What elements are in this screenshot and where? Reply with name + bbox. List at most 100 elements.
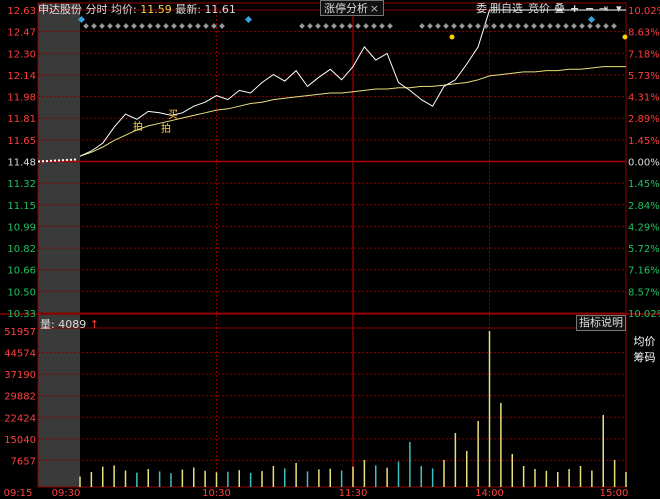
- event-diamond: [203, 23, 209, 29]
- time-tick-label: 09:30: [52, 488, 81, 499]
- event-diamond: [579, 23, 585, 29]
- zoom-in-icon[interactable]: +: [570, 1, 579, 16]
- percent-tick-label: 5.72%: [628, 244, 660, 255]
- percent-tick-label: 2.84%: [628, 201, 660, 212]
- zoom-out-icon[interactable]: −: [585, 1, 594, 16]
- time-axis: 09:15 09:30 10:30 11:30 14:00 15:00: [4, 488, 629, 499]
- price-tick-label: 10.99: [7, 222, 36, 233]
- event-diamond: [331, 23, 337, 29]
- event-diamond: [555, 23, 561, 29]
- event-diamond: [147, 23, 153, 29]
- volume-tick-label: 51957: [4, 327, 36, 338]
- event-diamond: [507, 23, 513, 29]
- plot-border: [37, 2, 627, 488]
- event-diamond-blue: [244, 15, 253, 24]
- event-diamond: [355, 23, 361, 29]
- event-diamond: [475, 23, 481, 29]
- event-diamond: [451, 23, 457, 29]
- event-diamond: [379, 23, 385, 29]
- event-diamond: [107, 23, 113, 29]
- event-diamond: [515, 23, 521, 29]
- avg-label: 均价:: [111, 3, 137, 16]
- event-diamond: [523, 23, 529, 29]
- time-tick-label: 11:30: [339, 488, 368, 499]
- percent-tick-label: 7.16%: [628, 266, 660, 277]
- time-tick-label: 15:00: [600, 488, 629, 499]
- dropdown-icon[interactable]: ▾: [616, 1, 622, 16]
- event-diamond: [123, 23, 129, 29]
- chips-button[interactable]: 筹码: [629, 350, 660, 366]
- avg-value: 11.59: [140, 3, 172, 16]
- price-tick-label: 10.50: [7, 287, 36, 298]
- event-diamond: [139, 23, 145, 29]
- trade-annotations: 拍买拍: [133, 109, 178, 135]
- pre-auction-band: [38, 3, 80, 487]
- percent-tick-label: 1.45%: [628, 179, 660, 190]
- volume-tick-label: 29882: [4, 392, 36, 403]
- percent-tick-label: 7.18%: [628, 49, 660, 60]
- volume-tick-label: 7657: [11, 456, 36, 467]
- up-arrow-icon: ↑: [89, 318, 99, 331]
- intraday-chart[interactable]: 12.63 12.47 12.30 12.14 11.98 11.81 11.65 11.48…: [0, 0, 660, 499]
- event-diamond: [347, 23, 353, 29]
- event-diamond: [595, 23, 601, 29]
- price-tick-label: 11.15: [7, 201, 36, 212]
- avg-price-button[interactable]: 均价: [629, 334, 660, 350]
- overlay-button[interactable]: 叠: [554, 1, 565, 16]
- price-tick-label: 11.65: [7, 136, 36, 147]
- percent-tick-label: 0.00%: [628, 158, 660, 169]
- event-diamond: [187, 23, 193, 29]
- event-diamond: [539, 23, 545, 29]
- price-tick-label: 11.32: [7, 179, 36, 190]
- time-tick-label: 10:30: [202, 488, 231, 499]
- event-diamond: [603, 23, 609, 29]
- event-diamond: [499, 23, 505, 29]
- event-diamond: [587, 23, 593, 29]
- price-tick-label: 12.14: [7, 71, 36, 82]
- event-diamond: [307, 23, 313, 29]
- auction-button[interactable]: 竞价: [528, 1, 550, 16]
- percent-tick-label: 10.02%: [628, 6, 660, 17]
- order-button[interactable]: 委: [476, 1, 487, 16]
- remove-watchlist-button[interactable]: 删自选: [490, 1, 523, 16]
- percent-tick-label: 10.02%: [628, 309, 660, 320]
- event-diamond: [363, 23, 369, 29]
- trade-annotation: 买: [168, 109, 178, 121]
- volume-readout: 量: 4089 ↑: [40, 316, 99, 332]
- chart-grid: [0, 2, 660, 488]
- price-tick-label: 10.66: [7, 266, 36, 277]
- limit-up-analysis-tab[interactable]: 涨停分析 ×: [320, 0, 384, 16]
- event-diamond: [179, 23, 185, 29]
- event-diamond: [99, 23, 105, 29]
- limit-up-dot: [622, 34, 628, 40]
- close-icon[interactable]: ×: [370, 1, 379, 17]
- event-diamond: [547, 23, 553, 29]
- event-diamond: [419, 23, 425, 29]
- event-diamond: [571, 23, 577, 29]
- price-tick-label: 12.47: [7, 28, 36, 39]
- price-tick-label: 12.30: [7, 49, 36, 60]
- jump-end-icon[interactable]: ⇥: [599, 1, 608, 16]
- price-tick-label: 10.82: [7, 244, 36, 255]
- event-diamond: [163, 23, 169, 29]
- event-diamond: [83, 23, 89, 29]
- indicator-help-button[interactable]: 指标说明: [576, 315, 626, 331]
- volume-tick-label: 15040: [4, 435, 36, 446]
- percent-tick-label: 8.63%: [628, 28, 660, 39]
- trade-annotation: 拍: [161, 122, 171, 135]
- price-tick-label: 12.63: [7, 6, 36, 17]
- event-diamond: [491, 23, 497, 29]
- event-diamond: [171, 23, 177, 29]
- event-diamond-blue: [587, 15, 596, 24]
- chart-mode: 分时: [85, 3, 108, 16]
- time-tick-label: 14:00: [475, 488, 504, 499]
- event-diamond: [531, 23, 537, 29]
- percent-tick-label: 4.31%: [628, 93, 660, 104]
- event-diamond: [131, 23, 137, 29]
- stock-name: 申达股份: [38, 3, 82, 16]
- price-axis-left: 12.63 12.47 12.30 12.14 11.98 11.81 11.65 11.48…: [7, 6, 36, 320]
- limit-up-dot: [449, 34, 455, 40]
- event-diamond: [115, 23, 121, 29]
- event-diamond: [387, 23, 393, 29]
- volume-value: 4089: [58, 318, 87, 331]
